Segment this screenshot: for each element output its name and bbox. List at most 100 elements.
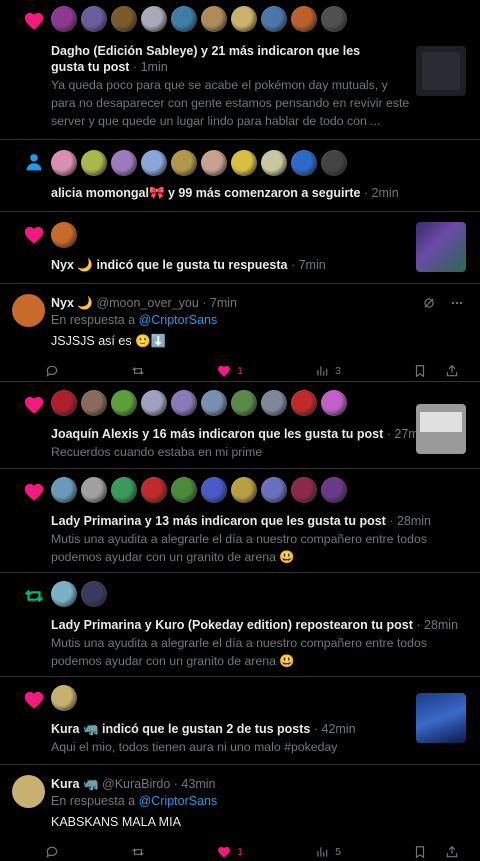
avatar[interactable] <box>111 390 137 416</box>
reply-button[interactable] <box>45 845 59 859</box>
avatar[interactable] <box>81 6 107 32</box>
avatar[interactable] <box>201 6 227 32</box>
avatar[interactable] <box>171 390 197 416</box>
heart-icon <box>218 365 230 377</box>
avatar[interactable] <box>321 390 347 416</box>
bookmark-icon[interactable] <box>413 364 427 378</box>
notification-action: y 16 más indicaron que les gusta tu post <box>138 427 384 441</box>
avatar[interactable] <box>171 477 197 503</box>
avatar[interactable] <box>231 6 257 32</box>
avatar[interactable] <box>81 581 107 607</box>
avatar[interactable] <box>171 150 197 176</box>
avatar[interactable] <box>141 6 167 32</box>
avatar[interactable] <box>51 390 77 416</box>
reply-tweet[interactable]: Nyx 🌙 @moon_over_you · 7min En respuesta… <box>0 284 480 382</box>
avatar[interactable] <box>141 150 167 176</box>
avatar[interactable] <box>321 477 347 503</box>
reply-tweet[interactable]: Kura 🦏 @KuraBirdo · 43min En respuesta a… <box>0 765 480 861</box>
timestamp: · 7min <box>202 296 238 310</box>
heart-icon <box>16 0 51 139</box>
post-thumbnail[interactable] <box>416 222 466 272</box>
notification-headline: Kura 🦏 indicó que le gustan 2 de tus pos… <box>51 721 466 737</box>
avatar[interactable] <box>291 390 317 416</box>
avatar[interactable] <box>51 150 77 176</box>
notification-like[interactable]: Kura 🦏 indicó que le gustan 2 de tus pos… <box>0 677 480 765</box>
reply-handle-link[interactable]: @CriptorSans <box>139 794 218 808</box>
avatar[interactable] <box>231 150 257 176</box>
grok-icon[interactable] <box>422 296 436 310</box>
avatar[interactable] <box>51 477 77 503</box>
avatar[interactable] <box>171 6 197 32</box>
person-icon <box>16 140 51 211</box>
actor-name: Joaquín Alexis <box>51 427 139 441</box>
notification-action: repostearon tu post <box>292 618 413 632</box>
notification-action: y 99 más comenzaron a seguirte <box>164 186 361 200</box>
tweet-text: KABSKANS MALA MIA <box>51 815 181 829</box>
avatar[interactable] <box>111 6 137 32</box>
repost-button[interactable] <box>131 364 145 378</box>
bookmark-icon[interactable] <box>413 845 427 859</box>
more-options-icon[interactable] <box>450 296 464 310</box>
avatar-row <box>51 222 466 250</box>
avatar-row <box>51 581 466 609</box>
notification-headline: Nyx 🌙 indicó que le gusta tu respuesta ·… <box>51 257 466 273</box>
notification-like[interactable]: Lady Primarina y 13 más indicaron que le… <box>0 469 480 573</box>
avatar[interactable] <box>201 477 227 503</box>
repost-icon <box>132 367 144 375</box>
timestamp: · 43min <box>173 777 216 791</box>
post-thumbnail[interactable] <box>416 46 466 96</box>
actor-name: alicia momongal🎀 <box>51 186 165 200</box>
avatar[interactable] <box>51 685 77 711</box>
actor-name: Kura 🦏 <box>51 722 99 736</box>
avatar[interactable] <box>321 6 347 32</box>
notification-headline: Lady Primarina y Kuro (Pokeday edition) … <box>51 617 466 633</box>
avatar[interactable] <box>291 6 317 32</box>
post-preview: Ya queda poco para que se acabe el pokém… <box>51 78 410 128</box>
avatar[interactable] <box>51 581 77 607</box>
reply-button[interactable] <box>45 364 59 378</box>
post-thumbnail[interactable] <box>416 693 466 743</box>
share-icon[interactable] <box>445 364 459 378</box>
avatar[interactable] <box>51 222 77 248</box>
avatar[interactable] <box>291 150 317 176</box>
avatar[interactable] <box>51 6 77 32</box>
avatar[interactable] <box>111 150 137 176</box>
notification-follow[interactable]: alicia momongal🎀 y 99 más comenzaron a s… <box>0 140 480 212</box>
notification-repost[interactable]: Lady Primarina y Kuro (Pokeday edition) … <box>0 573 480 677</box>
avatar[interactable] <box>141 477 167 503</box>
avatar[interactable] <box>141 390 167 416</box>
views-button[interactable]: 3 <box>315 364 341 378</box>
post-thumbnail[interactable] <box>416 404 466 454</box>
avatar[interactable] <box>12 294 45 327</box>
avatar[interactable] <box>261 6 287 32</box>
views-icon <box>317 366 328 376</box>
author-handle: @moon_over_you <box>96 296 199 310</box>
avatar[interactable] <box>261 477 287 503</box>
like-button[interactable]: 1 <box>217 845 243 859</box>
avatar[interactable] <box>111 477 137 503</box>
avatar[interactable] <box>12 775 45 808</box>
notification-like[interactable]: Dagho (Edición Sableye) y 21 más indicar… <box>0 0 480 140</box>
avatar[interactable] <box>81 390 107 416</box>
avatar[interactable] <box>81 477 107 503</box>
notification-headline: Joaquín Alexis y 16 más indicaron que le… <box>51 426 466 442</box>
avatar[interactable] <box>201 150 227 176</box>
avatar[interactable] <box>81 150 107 176</box>
comment-icon <box>46 365 58 378</box>
notification-like-reply[interactable]: Nyx 🌙 indicó que le gusta tu respuesta ·… <box>0 212 480 284</box>
avatar[interactable] <box>321 150 347 176</box>
avatar[interactable] <box>261 390 287 416</box>
author-handle: @KuraBirdo <box>102 777 171 791</box>
share-icon[interactable] <box>445 845 459 859</box>
notification-like[interactable]: Joaquín Alexis y 16 más indicaron que le… <box>0 382 480 469</box>
views-button[interactable]: 5 <box>315 845 341 859</box>
actor-name: Nyx 🌙 <box>51 258 93 272</box>
avatar[interactable] <box>291 477 317 503</box>
repost-button[interactable] <box>131 845 145 859</box>
avatar[interactable] <box>231 390 257 416</box>
avatar[interactable] <box>201 390 227 416</box>
reply-handle-link[interactable]: @CriptorSans <box>139 313 218 327</box>
like-button[interactable]: 1 <box>217 364 243 378</box>
avatar[interactable] <box>231 477 257 503</box>
avatar[interactable] <box>261 150 287 176</box>
